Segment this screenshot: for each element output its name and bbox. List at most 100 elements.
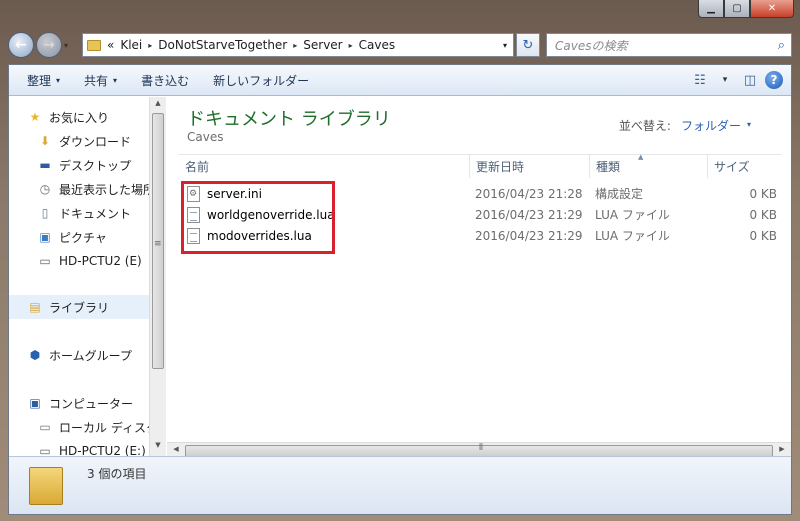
arrange-by-label: 並べ替え: bbox=[618, 119, 671, 133]
scroll-right-icon[interactable]: ▶ bbox=[775, 445, 789, 453]
view-controls: ☷ ▾ ◫ ? bbox=[685, 70, 791, 90]
text-file-icon bbox=[187, 227, 200, 244]
address-bar[interactable]: « Klei ▸ DoNotStarveTogether ▸ Server ▸ … bbox=[82, 33, 514, 57]
computer-icon: ▣ bbox=[29, 396, 41, 410]
grip-icon: ⦀ bbox=[479, 443, 483, 453]
arrange-by-dropdown[interactable]: フォルダー bbox=[681, 117, 741, 134]
minimize-button[interactable]: ▁ bbox=[698, 0, 724, 18]
file-date: 2016/04/23 21:29 bbox=[475, 228, 583, 243]
sidebar-item-recent-places[interactable]: ◷ 最近表示した場所 bbox=[9, 177, 149, 201]
back-arrow-icon: ← bbox=[15, 37, 27, 53]
sidebar-item-label: ローカル ディスク bbox=[59, 420, 149, 435]
file-size: 0 KB bbox=[749, 228, 777, 243]
caption-buttons: ▁ ▢ ✕ bbox=[698, 0, 794, 18]
file-list: server.ini 2016/04/23 21:28 構成設定 0 KB wo… bbox=[179, 183, 781, 246]
file-name-cell: server.ini bbox=[179, 185, 475, 202]
chevron-down-icon[interactable]: ▾ bbox=[747, 120, 751, 134]
file-name: server.ini bbox=[207, 186, 262, 201]
recent-pages-dropdown[interactable]: ▾ bbox=[64, 41, 76, 50]
breadcrumb-separator-icon[interactable]: ▸ bbox=[293, 41, 297, 50]
sidebar-item-label: ライブラリ bbox=[49, 300, 110, 315]
column-header-date[interactable]: 更新日時 bbox=[469, 155, 589, 178]
file-name-cell: worldgenoverride.lua bbox=[179, 206, 475, 223]
sidebar-item-label: コンピューター bbox=[49, 396, 134, 411]
sidebar-item-libraries[interactable]: ▤ ライブラリ bbox=[9, 295, 149, 319]
file-name-cell: modoverrides.lua bbox=[179, 227, 475, 244]
file-name: modoverrides.lua bbox=[207, 228, 312, 243]
documents-icon: ▯ bbox=[41, 206, 49, 220]
sidebar-item-pictures[interactable]: ▣ ピクチャ bbox=[9, 225, 149, 249]
chevron-down-icon[interactable]: ▾ bbox=[719, 70, 731, 90]
column-headers: 名前 更新日時 種類 ▲ サイズ bbox=[179, 153, 781, 178]
local-disk-icon: ▭ bbox=[39, 420, 51, 434]
organize-label: 整理 bbox=[27, 73, 52, 88]
sidebar-item-downloads[interactable]: ⬇ ダウンロード bbox=[9, 129, 149, 153]
arrange-by: 並べ替え: フォルダー ▾ bbox=[619, 117, 751, 134]
share-menu[interactable]: 共有 ▾ bbox=[72, 72, 129, 89]
preview-pane-icon[interactable]: ◫ bbox=[739, 70, 761, 90]
folder-icon bbox=[29, 467, 63, 505]
file-date: 2016/04/23 21:29 bbox=[475, 207, 583, 222]
organize-menu[interactable]: 整理 ▾ bbox=[15, 72, 72, 89]
sidebar-item-label: お気に入り bbox=[49, 110, 110, 125]
scroll-up-icon[interactable]: ▲ bbox=[150, 99, 166, 113]
scroll-down-icon[interactable]: ▼ bbox=[150, 441, 166, 455]
breadcrumb-server[interactable]: Server bbox=[303, 38, 342, 52]
sidebar-item-hd-pctu2[interactable]: ▭ HD-PCTU2 (E) bbox=[9, 249, 149, 273]
burn-button[interactable]: 書き込む bbox=[129, 72, 201, 89]
library-subtitle: Caves bbox=[187, 130, 224, 144]
new-folder-button[interactable]: 新しいフォルダー bbox=[201, 72, 321, 89]
address-dropdown-icon[interactable]: ▾ bbox=[497, 41, 513, 50]
search-icon[interactable]: ⌕ bbox=[778, 38, 785, 53]
downloads-icon: ⬇ bbox=[39, 134, 51, 148]
sidebar-item-documents[interactable]: ▯ ドキュメント bbox=[9, 201, 149, 225]
refresh-button[interactable]: ↻ bbox=[516, 33, 540, 57]
sidebar-item-computer[interactable]: ▣ コンピューター bbox=[9, 391, 149, 415]
breadcrumb-separator-icon[interactable]: ▸ bbox=[349, 41, 353, 50]
breadcrumb-separator-icon[interactable]: ▸ bbox=[148, 41, 152, 50]
scroll-left-icon[interactable]: ◀ bbox=[169, 445, 183, 453]
folder-icon bbox=[87, 39, 101, 51]
forward-button[interactable]: → bbox=[36, 32, 62, 58]
file-row-server-ini[interactable]: server.ini 2016/04/23 21:28 構成設定 0 KB bbox=[179, 183, 781, 204]
sidebar-item-desktop[interactable]: ▬ デスクトップ bbox=[9, 153, 149, 177]
file-size: 0 KB bbox=[749, 207, 777, 222]
close-button[interactable]: ✕ bbox=[750, 0, 794, 18]
breadcrumb-overflow[interactable]: « bbox=[107, 38, 114, 52]
sidebar-item-hd-pctu2-e[interactable]: ▭ HD-PCTU2 (E:) bbox=[9, 439, 149, 457]
help-icon[interactable]: ? bbox=[765, 71, 783, 89]
maximize-button[interactable]: ▢ bbox=[724, 0, 750, 18]
file-list-pane: ドキュメント ライブラリ Caves 並べ替え: フォルダー ▾ 名前 更新日時… bbox=[167, 97, 791, 457]
breadcrumb-caves[interactable]: Caves bbox=[359, 38, 395, 52]
sidebar-item-local-disk[interactable]: ▭ ローカル ディスク bbox=[9, 415, 149, 439]
desktop-icon: ▬ bbox=[39, 158, 51, 172]
details-pane: 3 個の項目 bbox=[9, 456, 791, 514]
breadcrumb-donotstarvetogether[interactable]: DoNotStarveTogether bbox=[158, 38, 287, 52]
sidebar-item-label: ホームグループ bbox=[49, 348, 132, 363]
sidebar-item-label: デスクトップ bbox=[59, 158, 132, 173]
file-type: LUA ファイル bbox=[595, 208, 670, 222]
pictures-icon: ▣ bbox=[39, 230, 51, 244]
sidebar-item-label: 最近表示した場所 bbox=[59, 182, 149, 197]
sort-ascending-icon: ▲ bbox=[638, 153, 644, 161]
homegroup-icon: ⬢ bbox=[29, 348, 41, 362]
file-row-modoverrides[interactable]: modoverrides.lua 2016/04/23 21:29 LUA ファ… bbox=[179, 225, 781, 246]
file-size: 0 KB bbox=[749, 186, 777, 201]
breadcrumb-klei[interactable]: Klei bbox=[120, 38, 142, 52]
search-input[interactable]: Cavesの検索 ⌕ bbox=[546, 33, 792, 57]
library-title: ドキュメント ライブラリ bbox=[187, 109, 391, 130]
sidebar-item-favorites[interactable]: ★ お気に入り bbox=[9, 105, 149, 129]
change-view-icon[interactable]: ☷ bbox=[689, 70, 711, 90]
sidebar-item-homegroup[interactable]: ⬢ ホームグループ bbox=[9, 343, 149, 367]
navigation-scrollbar[interactable]: ▲ ≡ ▼ bbox=[149, 97, 166, 457]
column-header-name[interactable]: 名前 bbox=[179, 155, 469, 178]
address-row: ← → ▾ « Klei ▸ DoNotStarveTogether ▸ Ser… bbox=[8, 30, 792, 60]
file-row-worldgenoverride[interactable]: worldgenoverride.lua 2016/04/23 21:29 LU… bbox=[179, 204, 781, 225]
column-header-size[interactable]: サイズ bbox=[707, 155, 781, 178]
star-icon: ★ bbox=[29, 110, 41, 124]
back-button[interactable]: ← bbox=[8, 32, 34, 58]
sidebar-item-label: ドキュメント bbox=[59, 206, 132, 221]
column-header-type[interactable]: 種類 ▲ bbox=[589, 153, 707, 178]
item-count: 3 個の項目 bbox=[87, 467, 147, 481]
drive-icon: ▭ bbox=[39, 254, 51, 268]
